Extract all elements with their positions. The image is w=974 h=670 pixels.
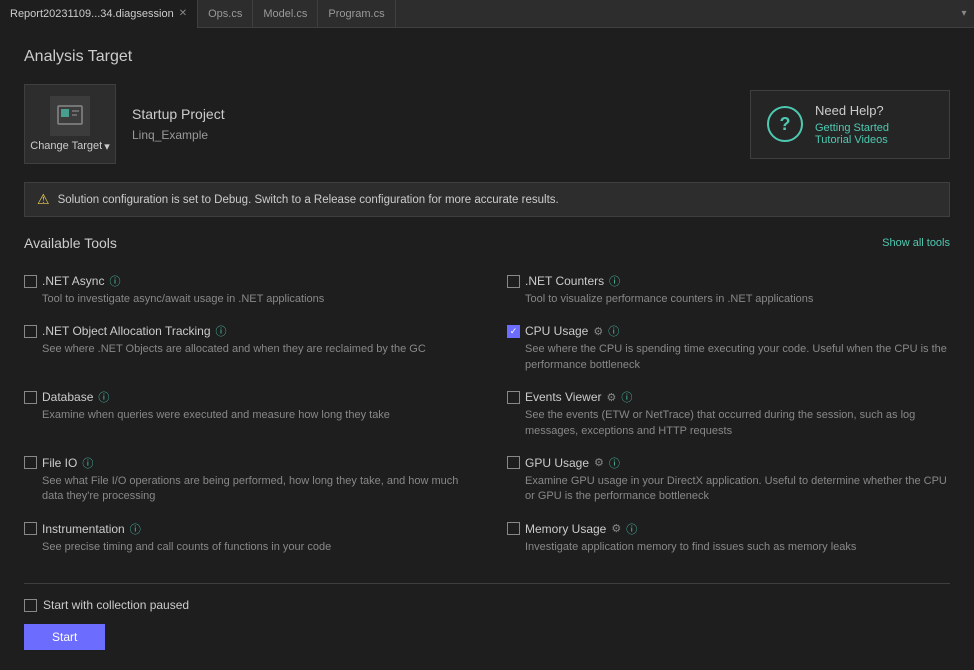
- tool-name-file-io: File IO: [42, 456, 77, 470]
- tool-item-events-viewer: Events Viewer ⚙ ⓘ See the events (ETW or…: [487, 381, 950, 447]
- tool-info-memory-usage[interactable]: ⓘ: [626, 521, 637, 537]
- tab-scroll-arrow[interactable]: ▾: [954, 0, 974, 28]
- bottom-area: Start with collection paused Start: [24, 583, 950, 650]
- section-title: Analysis Target: [24, 48, 950, 66]
- show-all-tools-link[interactable]: Show all tools: [882, 237, 950, 249]
- tab-model[interactable]: Model.cs: [253, 0, 318, 28]
- tool-name-gpu-usage: GPU Usage: [525, 456, 589, 470]
- tool-checkbox-dotnet-async[interactable]: [24, 275, 37, 288]
- target-info: Startup Project Linq_Example: [132, 106, 225, 142]
- tool-desc-dotnet-counters: Tool to visualize performance counters i…: [525, 292, 950, 307]
- tool-name-dotnet-object-alloc: .NET Object Allocation Tracking: [42, 324, 211, 338]
- main-content: Analysis Target Change Target ▾: [0, 28, 974, 670]
- collect-row: Start with collection paused: [24, 598, 950, 612]
- tool-item-dotnet-async: .NET Async ⓘ Tool to investigate async/a…: [24, 265, 487, 315]
- tool-desc-cpu-usage: See where the CPU is spending time execu…: [525, 342, 950, 373]
- tool-item-gpu-usage: GPU Usage ⚙ ⓘ Examine GPU usage in your …: [487, 447, 950, 513]
- tool-desc-dotnet-object-alloc: See where .NET Objects are allocated and…: [42, 342, 475, 357]
- tool-item-dotnet-counters: .NET Counters ⓘ Tool to visualize perfor…: [487, 265, 950, 315]
- collect-paused-checkbox[interactable]: [24, 599, 37, 612]
- tools-grid: .NET Async ⓘ Tool to investigate async/a…: [24, 265, 950, 563]
- tool-name-dotnet-async: .NET Async: [42, 274, 104, 288]
- tool-item-dotnet-object-alloc: .NET Object Allocation Tracking ⓘ See wh…: [24, 315, 487, 381]
- tab-ops[interactable]: Ops.cs: [198, 0, 253, 28]
- tools-header: Available Tools Show all tools: [24, 235, 950, 251]
- tab-model-label: Model.cs: [263, 8, 307, 20]
- tool-item-file-io: File IO ⓘ See what File I/O operations a…: [24, 447, 487, 513]
- tool-name-memory-usage: Memory Usage: [525, 522, 606, 536]
- tool-checkbox-memory-usage[interactable]: [507, 522, 520, 535]
- project-icon: [56, 102, 84, 130]
- tool-desc-gpu-usage: Examine GPU usage in your DirectX applic…: [525, 474, 950, 505]
- start-button[interactable]: Start: [24, 624, 105, 650]
- tool-desc-memory-usage: Investigate application memory to find i…: [525, 540, 950, 555]
- tool-info-dotnet-counters[interactable]: ⓘ: [609, 273, 620, 289]
- tool-checkbox-cpu-usage[interactable]: [507, 325, 520, 338]
- tool-gear-cpu-usage[interactable]: ⚙: [593, 325, 603, 338]
- tool-checkbox-events-viewer[interactable]: [507, 391, 520, 404]
- tool-item-instrumentation: Instrumentation ⓘ See precise timing and…: [24, 513, 487, 563]
- project-name: Linq_Example: [132, 128, 225, 142]
- change-target-label: Change Target ▾: [30, 140, 110, 153]
- tools-title: Available Tools: [24, 235, 117, 251]
- help-box: ? Need Help? Getting Started Tutorial Vi…: [750, 90, 950, 159]
- tool-info-dotnet-async[interactable]: ⓘ: [109, 273, 120, 289]
- tutorial-videos-link[interactable]: Tutorial Videos: [815, 134, 889, 146]
- collect-paused-label: Start with collection paused: [43, 598, 189, 612]
- tool-checkbox-instrumentation[interactable]: [24, 522, 37, 535]
- help-title: Need Help?: [815, 103, 889, 118]
- tool-name-events-viewer: Events Viewer: [525, 390, 601, 404]
- tool-checkbox-dotnet-counters[interactable]: [507, 275, 520, 288]
- tool-item-database: Database ⓘ Examine when queries were exe…: [24, 381, 487, 447]
- warning-bar: ⚠ Solution configuration is set to Debug…: [24, 182, 950, 217]
- tab-program[interactable]: Program.cs: [318, 0, 395, 28]
- change-target-icon-area: [50, 96, 90, 136]
- tool-name-cpu-usage: CPU Usage: [525, 324, 588, 338]
- tool-checkbox-gpu-usage[interactable]: [507, 456, 520, 469]
- tool-info-gpu-usage[interactable]: ⓘ: [609, 455, 620, 471]
- tool-checkbox-file-io[interactable]: [24, 456, 37, 469]
- tool-info-instrumentation[interactable]: ⓘ: [130, 521, 141, 537]
- getting-started-link[interactable]: Getting Started: [815, 122, 889, 134]
- tab-program-label: Program.cs: [328, 8, 384, 20]
- tool-gear-gpu-usage[interactable]: ⚙: [594, 456, 604, 469]
- tool-desc-instrumentation: See precise timing and call counts of fu…: [42, 540, 475, 555]
- tool-item-memory-usage: Memory Usage ⚙ ⓘ Investigate application…: [487, 513, 950, 563]
- warning-icon: ⚠: [37, 191, 50, 208]
- tool-checkbox-dotnet-object-alloc[interactable]: [24, 325, 37, 338]
- tab-ops-label: Ops.cs: [208, 8, 242, 20]
- tool-desc-events-viewer: See the events (ETW or NetTrace) that oc…: [525, 408, 950, 439]
- warning-text: Solution configuration is set to Debug. …: [58, 194, 559, 206]
- tab-diagsession-label: Report20231109...34.diagsession: [10, 8, 174, 20]
- tool-info-file-io[interactable]: ⓘ: [82, 455, 93, 471]
- startup-label: Startup Project: [132, 106, 225, 122]
- target-row: Change Target ▾ Startup Project Linq_Exa…: [24, 84, 950, 164]
- tool-info-database[interactable]: ⓘ: [98, 389, 109, 405]
- tab-close-icon[interactable]: ✕: [179, 8, 187, 19]
- tool-name-database: Database: [42, 390, 93, 404]
- tool-desc-database: Examine when queries were executed and m…: [42, 408, 475, 423]
- help-text: Need Help? Getting Started Tutorial Vide…: [815, 103, 889, 146]
- tab-diagsession[interactable]: Report20231109...34.diagsession ✕: [0, 0, 198, 28]
- tool-info-events-viewer[interactable]: ⓘ: [621, 389, 632, 405]
- tool-gear-memory-usage[interactable]: ⚙: [611, 522, 621, 535]
- tab-bar: Report20231109...34.diagsession ✕ Ops.cs…: [0, 0, 974, 28]
- tool-item-cpu-usage: CPU Usage ⚙ ⓘ See where the CPU is spend…: [487, 315, 950, 381]
- tool-desc-file-io: See what File I/O operations are being p…: [42, 474, 475, 505]
- tool-desc-dotnet-async: Tool to investigate async/await usage in…: [42, 292, 475, 307]
- tool-name-dotnet-counters: .NET Counters: [525, 274, 604, 288]
- tool-checkbox-database[interactable]: [24, 391, 37, 404]
- tool-name-instrumentation: Instrumentation: [42, 522, 125, 536]
- change-target-button[interactable]: Change Target ▾: [24, 84, 116, 164]
- tool-info-dotnet-object-alloc[interactable]: ⓘ: [216, 323, 227, 339]
- tool-info-cpu-usage[interactable]: ⓘ: [608, 323, 619, 339]
- help-icon: ?: [767, 106, 803, 142]
- tool-gear-events-viewer[interactable]: ⚙: [606, 391, 616, 404]
- target-left: Change Target ▾ Startup Project Linq_Exa…: [24, 84, 225, 164]
